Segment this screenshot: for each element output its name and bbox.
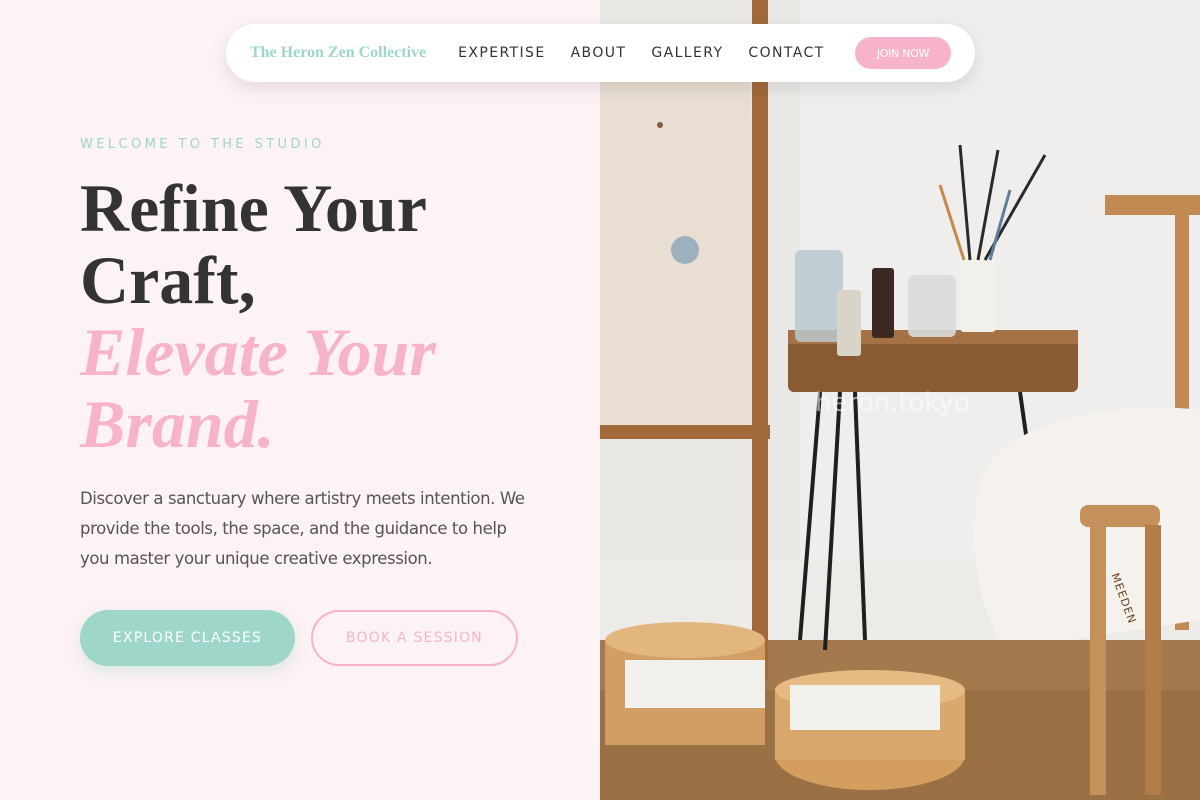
photo-watermark: heron.tokyo [815,388,970,418]
book-session-button[interactable]: BOOK A SESSION [311,610,518,666]
join-now-button[interactable]: JOIN NOW [855,37,951,69]
explore-classes-button[interactable]: EXPLORE CLASSES [80,610,295,666]
nav-link-expertise[interactable]: EXPERTISE [458,45,545,61]
hero-eyebrow: WELCOME TO THE STUDIO [80,137,325,152]
hero-panel: WELCOME TO THE STUDIO Refine Your Craft,… [0,0,600,800]
top-navigation: The Heron Zen Collective EXPERTISE ABOUT… [226,24,975,82]
headline-accent-2: Brand. [80,386,275,462]
nav-link-about[interactable]: ABOUT [571,45,627,61]
headline-accent-1: Elevate Your [80,314,436,390]
nav-link-contact[interactable]: CONTACT [748,45,824,61]
nav-link-gallery[interactable]: GALLERY [651,45,723,61]
brand-logo[interactable]: The Heron Zen Collective [250,44,426,62]
headline-line-1: Refine Your [80,170,427,246]
hero-description: Discover a sanctuary where artistry meet… [80,489,525,568]
headline-line-2: Craft, [80,242,256,318]
hero-headline: Refine Your Craft, Elevate Your Brand. [80,172,560,460]
nav-links: EXPERTISE ABOUT GALLERY CONTACT [458,45,824,61]
